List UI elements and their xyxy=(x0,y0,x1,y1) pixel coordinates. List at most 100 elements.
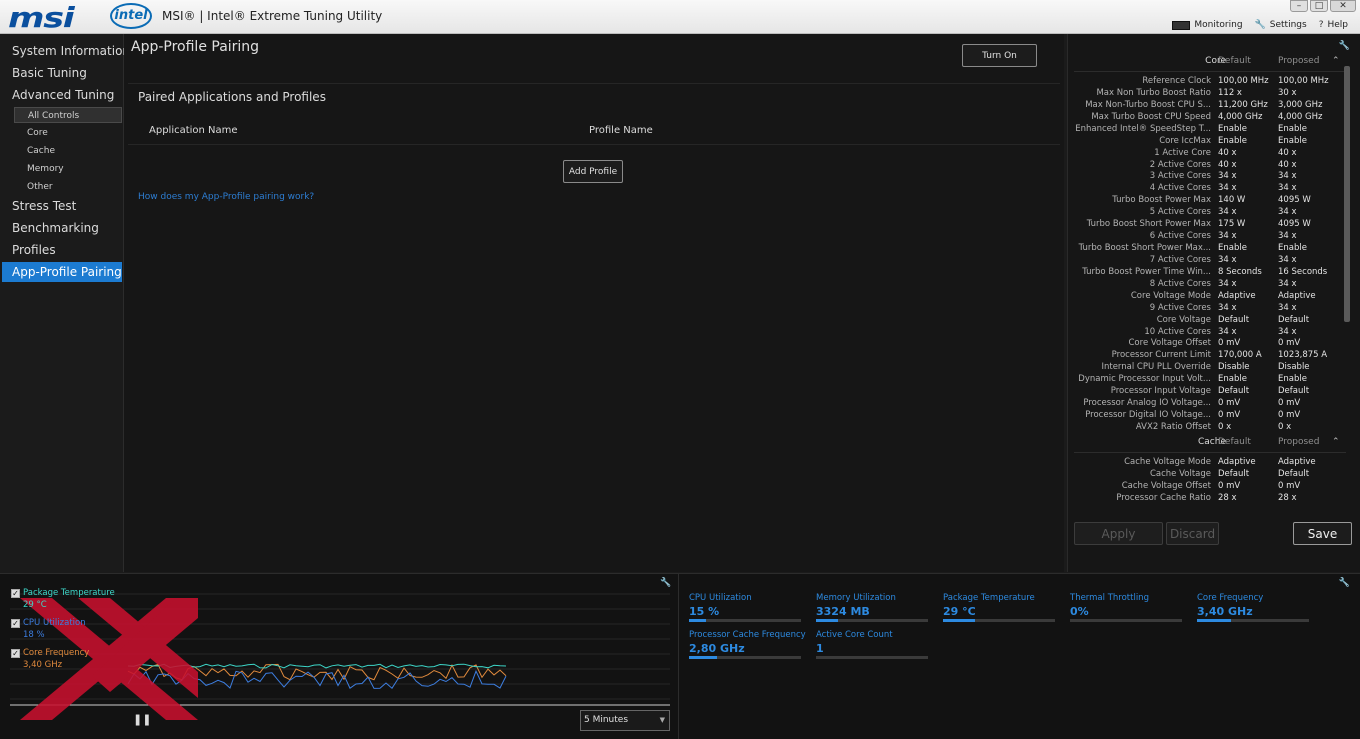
setting-row[interactable]: Processor Current Limit 170,000 A 1023,875… xyxy=(1068,349,1348,361)
legend-cpu-utilization[interactable]: ✓ CPU Utilization 18 % xyxy=(11,618,86,641)
collapse-icon[interactable]: ⌃ xyxy=(1332,56,1340,66)
column-header-application[interactable]: Application Name xyxy=(149,125,238,136)
sidebar-item-profiles[interactable]: Profiles xyxy=(2,240,122,260)
setting-row[interactable]: Core Voltage Offset 0 mV 0 mV xyxy=(1068,337,1348,349)
setting-proposed-value[interactable]: 1023,875 A xyxy=(1278,349,1327,361)
setting-row[interactable]: 1 Active Core 40 x 40 x xyxy=(1068,147,1348,159)
setting-row[interactable]: Cache Voltage Default Default xyxy=(1068,468,1348,480)
setting-row[interactable]: Processor Cache Ratio 28 x 28 x xyxy=(1068,492,1348,504)
setting-proposed-value[interactable]: 34 x xyxy=(1278,326,1297,338)
setting-row[interactable]: 10 Active Cores 34 x 34 x xyxy=(1068,326,1348,338)
help-menu[interactable]: ? Help xyxy=(1319,20,1348,30)
sidebar-item-basic-tuning[interactable]: Basic Tuning xyxy=(2,63,122,83)
setting-row[interactable]: Max Turbo Boost CPU Speed 4,000 GHz 4,000 … xyxy=(1068,111,1348,123)
monitoring-menu[interactable]: Monitoring xyxy=(1172,20,1243,30)
setting-proposed-value[interactable]: Default xyxy=(1278,468,1309,480)
setting-row[interactable]: 5 Active Cores 34 x 34 x xyxy=(1068,206,1348,218)
sidebar-subitem-all-controls[interactable]: All Controls xyxy=(14,107,122,123)
wrench-icon[interactable]: 🔧 xyxy=(1339,41,1350,51)
column-header-profile[interactable]: Profile Name xyxy=(589,125,653,136)
core-group-header[interactable]: Core Default Proposed ⌃ xyxy=(1068,56,1348,70)
setting-row[interactable]: Turbo Boost Short Power Max... Enable Enab… xyxy=(1068,242,1348,254)
checkbox[interactable]: ✓ xyxy=(11,649,20,658)
setting-row[interactable]: 4 Active Cores 34 x 34 x xyxy=(1068,182,1348,194)
setting-proposed-value[interactable]: 0 mV xyxy=(1278,337,1300,349)
setting-row[interactable]: Turbo Boost Short Power Max 175 W 4095 W xyxy=(1068,218,1348,230)
cache-group-header[interactable]: Cache Default Proposed ⌃ xyxy=(1068,437,1348,451)
setting-row[interactable]: Max Non Turbo Boost Ratio 112 x 30 x xyxy=(1068,87,1348,99)
checkbox[interactable]: ✓ xyxy=(11,619,20,628)
close-button[interactable]: ✕ xyxy=(1330,0,1356,12)
setting-proposed-value[interactable]: Adaptive xyxy=(1278,290,1316,302)
setting-row[interactable]: Core Voltage Default Default xyxy=(1068,314,1348,326)
sidebar-subitem-memory[interactable]: Memory xyxy=(14,161,122,177)
setting-proposed-value[interactable]: 4095 W xyxy=(1278,194,1311,206)
scroll-thumb[interactable] xyxy=(1344,66,1350,322)
add-profile-button[interactable]: Add Profile xyxy=(563,160,623,183)
setting-proposed-value[interactable]: 34 x xyxy=(1278,170,1297,182)
checkbox[interactable]: ✓ xyxy=(11,589,20,598)
setting-proposed-value[interactable]: 34 x xyxy=(1278,278,1297,290)
setting-proposed-value[interactable]: Default xyxy=(1278,314,1309,326)
setting-proposed-value[interactable]: 34 x xyxy=(1278,254,1297,266)
setting-proposed-value[interactable]: Disable xyxy=(1278,361,1310,373)
setting-row[interactable]: Cache Voltage Offset 0 mV 0 mV xyxy=(1068,480,1348,492)
help-link[interactable]: How does my App-Profile pairing work? xyxy=(138,192,314,202)
setting-proposed-value[interactable]: 0 mV xyxy=(1278,409,1300,421)
setting-proposed-value[interactable]: 100,00 MHz xyxy=(1278,75,1329,87)
sidebar-item-advanced-tuning[interactable]: Advanced Tuning xyxy=(2,85,122,105)
sidebar-subitem-cache[interactable]: Cache xyxy=(14,143,122,159)
setting-proposed-value[interactable]: Enable xyxy=(1278,373,1307,385)
sidebar-subitem-other[interactable]: Other xyxy=(14,179,122,195)
setting-proposed-value[interactable]: 0 x xyxy=(1278,421,1291,433)
setting-row[interactable]: Dynamic Processor Input Volt... Enable Ena… xyxy=(1068,373,1348,385)
collapse-icon[interactable]: ⌃ xyxy=(1332,437,1340,447)
save-button[interactable]: Save xyxy=(1293,522,1352,545)
minimize-button[interactable]: – xyxy=(1290,0,1308,12)
setting-row[interactable]: AVX2 Ratio Offset 0 x 0 x xyxy=(1068,421,1348,433)
setting-proposed-value[interactable]: 4095 W xyxy=(1278,218,1311,230)
settings-menu[interactable]: 🔧 Settings xyxy=(1255,20,1307,30)
setting-proposed-value[interactable]: Enable xyxy=(1278,242,1307,254)
setting-row[interactable]: 3 Active Cores 34 x 34 x xyxy=(1068,170,1348,182)
setting-proposed-value[interactable]: Adaptive xyxy=(1278,456,1316,468)
sidebar-item-stress-test[interactable]: Stress Test xyxy=(2,196,122,216)
discard-button[interactable]: Discard xyxy=(1166,522,1219,545)
maximize-button[interactable]: □ xyxy=(1310,0,1328,12)
setting-row[interactable]: Reference Clock 100,00 MHz 100,00 MHz xyxy=(1068,75,1348,87)
setting-proposed-value[interactable]: 34 x xyxy=(1278,182,1297,194)
legend-package-temperature[interactable]: ✓ Package Temperature 29 °C xyxy=(11,588,115,611)
setting-row[interactable]: Processor Digital IO Voltage... 0 mV 0 mV xyxy=(1068,409,1348,421)
sidebar-item-system-information[interactable]: System Information xyxy=(2,41,130,61)
setting-row[interactable]: Processor Input Voltage Default Default xyxy=(1068,385,1348,397)
setting-proposed-value[interactable]: 28 x xyxy=(1278,492,1297,504)
setting-proposed-value[interactable]: Enable xyxy=(1278,135,1307,147)
setting-row[interactable]: Turbo Boost Power Time Win... 8 Seconds 16… xyxy=(1068,266,1348,278)
setting-row[interactable]: Core IccMax Enable Enable xyxy=(1068,135,1348,147)
apply-button[interactable]: Apply xyxy=(1074,522,1163,545)
setting-row[interactable]: Max Non-Turbo Boost CPU S... 11,200 GHz 3,… xyxy=(1068,99,1348,111)
setting-proposed-value[interactable]: 34 x xyxy=(1278,302,1297,314)
setting-proposed-value[interactable]: 3,000 GHz xyxy=(1278,99,1322,111)
setting-proposed-value[interactable]: Enable xyxy=(1278,123,1307,135)
turn-on-button[interactable]: Turn On xyxy=(962,44,1037,67)
setting-proposed-value[interactable]: 40 x xyxy=(1278,147,1297,159)
legend-core-frequency[interactable]: ✓ Core Frequency 3,40 GHz xyxy=(11,648,89,671)
setting-row[interactable]: Internal CPU PLL Override Disable Disable xyxy=(1068,361,1348,373)
setting-row[interactable]: Processor Analog IO Voltage... 0 mV 0 mV xyxy=(1068,397,1348,409)
setting-proposed-value[interactable]: 30 x xyxy=(1278,87,1297,99)
setting-proposed-value[interactable]: 0 mV xyxy=(1278,397,1300,409)
setting-proposed-value[interactable]: 0 mV xyxy=(1278,480,1300,492)
setting-row[interactable]: 9 Active Cores 34 x 34 x xyxy=(1068,302,1348,314)
setting-row[interactable]: 8 Active Cores 34 x 34 x xyxy=(1068,278,1348,290)
setting-proposed-value[interactable]: 16 Seconds xyxy=(1278,266,1327,278)
setting-row[interactable]: Cache Voltage Mode Adaptive Adaptive xyxy=(1068,456,1348,468)
setting-proposed-value[interactable]: 34 x xyxy=(1278,206,1297,218)
setting-row[interactable]: Turbo Boost Power Max 140 W 4095 W xyxy=(1068,194,1348,206)
setting-row[interactable]: 7 Active Cores 34 x 34 x xyxy=(1068,254,1348,266)
wrench-icon[interactable]: 🔧 xyxy=(660,578,671,588)
setting-proposed-value[interactable]: Default xyxy=(1278,385,1309,397)
setting-proposed-value[interactable]: 40 x xyxy=(1278,159,1297,171)
setting-proposed-value[interactable]: 4,000 GHz xyxy=(1278,111,1322,123)
sidebar-item-benchmarking[interactable]: Benchmarking xyxy=(2,218,122,238)
